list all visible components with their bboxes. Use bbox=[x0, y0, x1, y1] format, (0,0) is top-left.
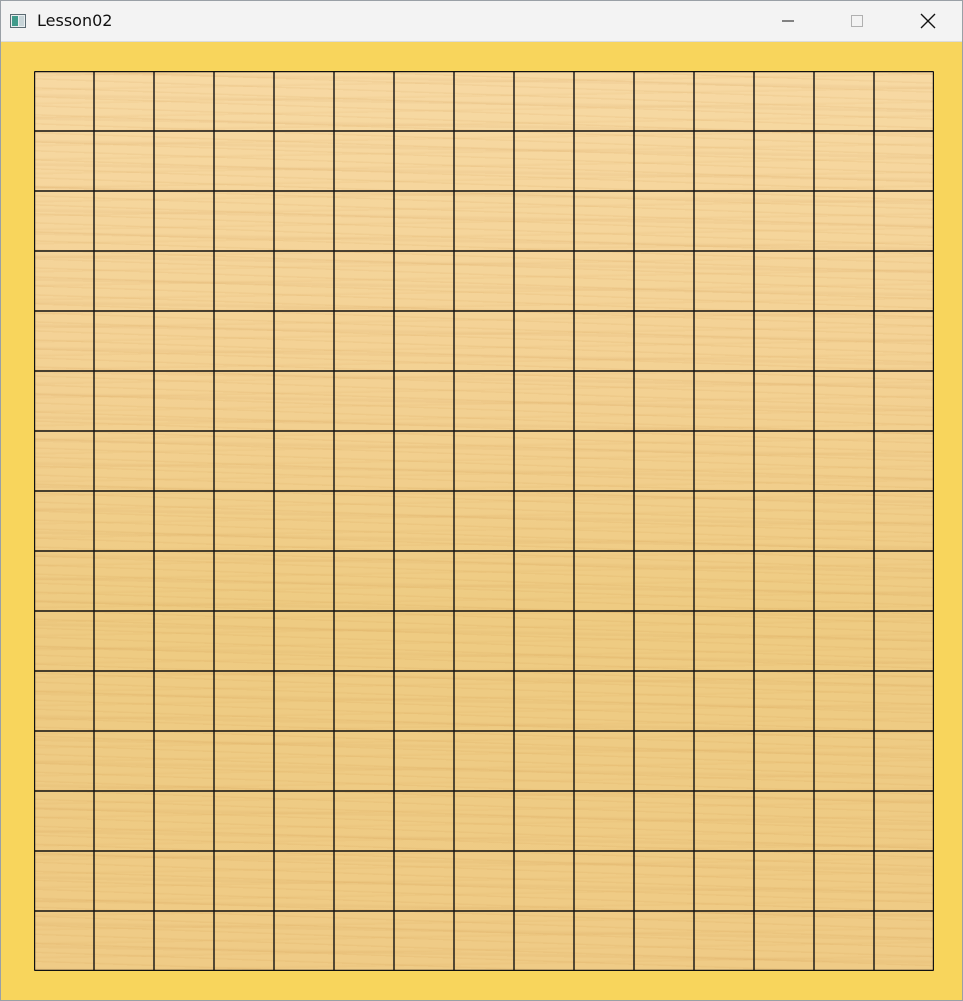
app-window: Lesson02 bbox=[0, 0, 963, 1001]
game-board[interactable] bbox=[34, 71, 934, 971]
maximize-button[interactable] bbox=[834, 1, 880, 41]
title-bar[interactable]: Lesson02 bbox=[1, 1, 962, 42]
board-grid bbox=[34, 71, 934, 971]
client-area bbox=[1, 42, 962, 1000]
minimize-button[interactable] bbox=[765, 1, 811, 41]
maximize-icon bbox=[851, 15, 863, 27]
minimize-icon bbox=[782, 20, 794, 22]
close-button[interactable] bbox=[905, 1, 951, 41]
close-icon bbox=[920, 13, 936, 29]
app-icon bbox=[10, 13, 26, 28]
window-title: Lesson02 bbox=[37, 11, 113, 30]
